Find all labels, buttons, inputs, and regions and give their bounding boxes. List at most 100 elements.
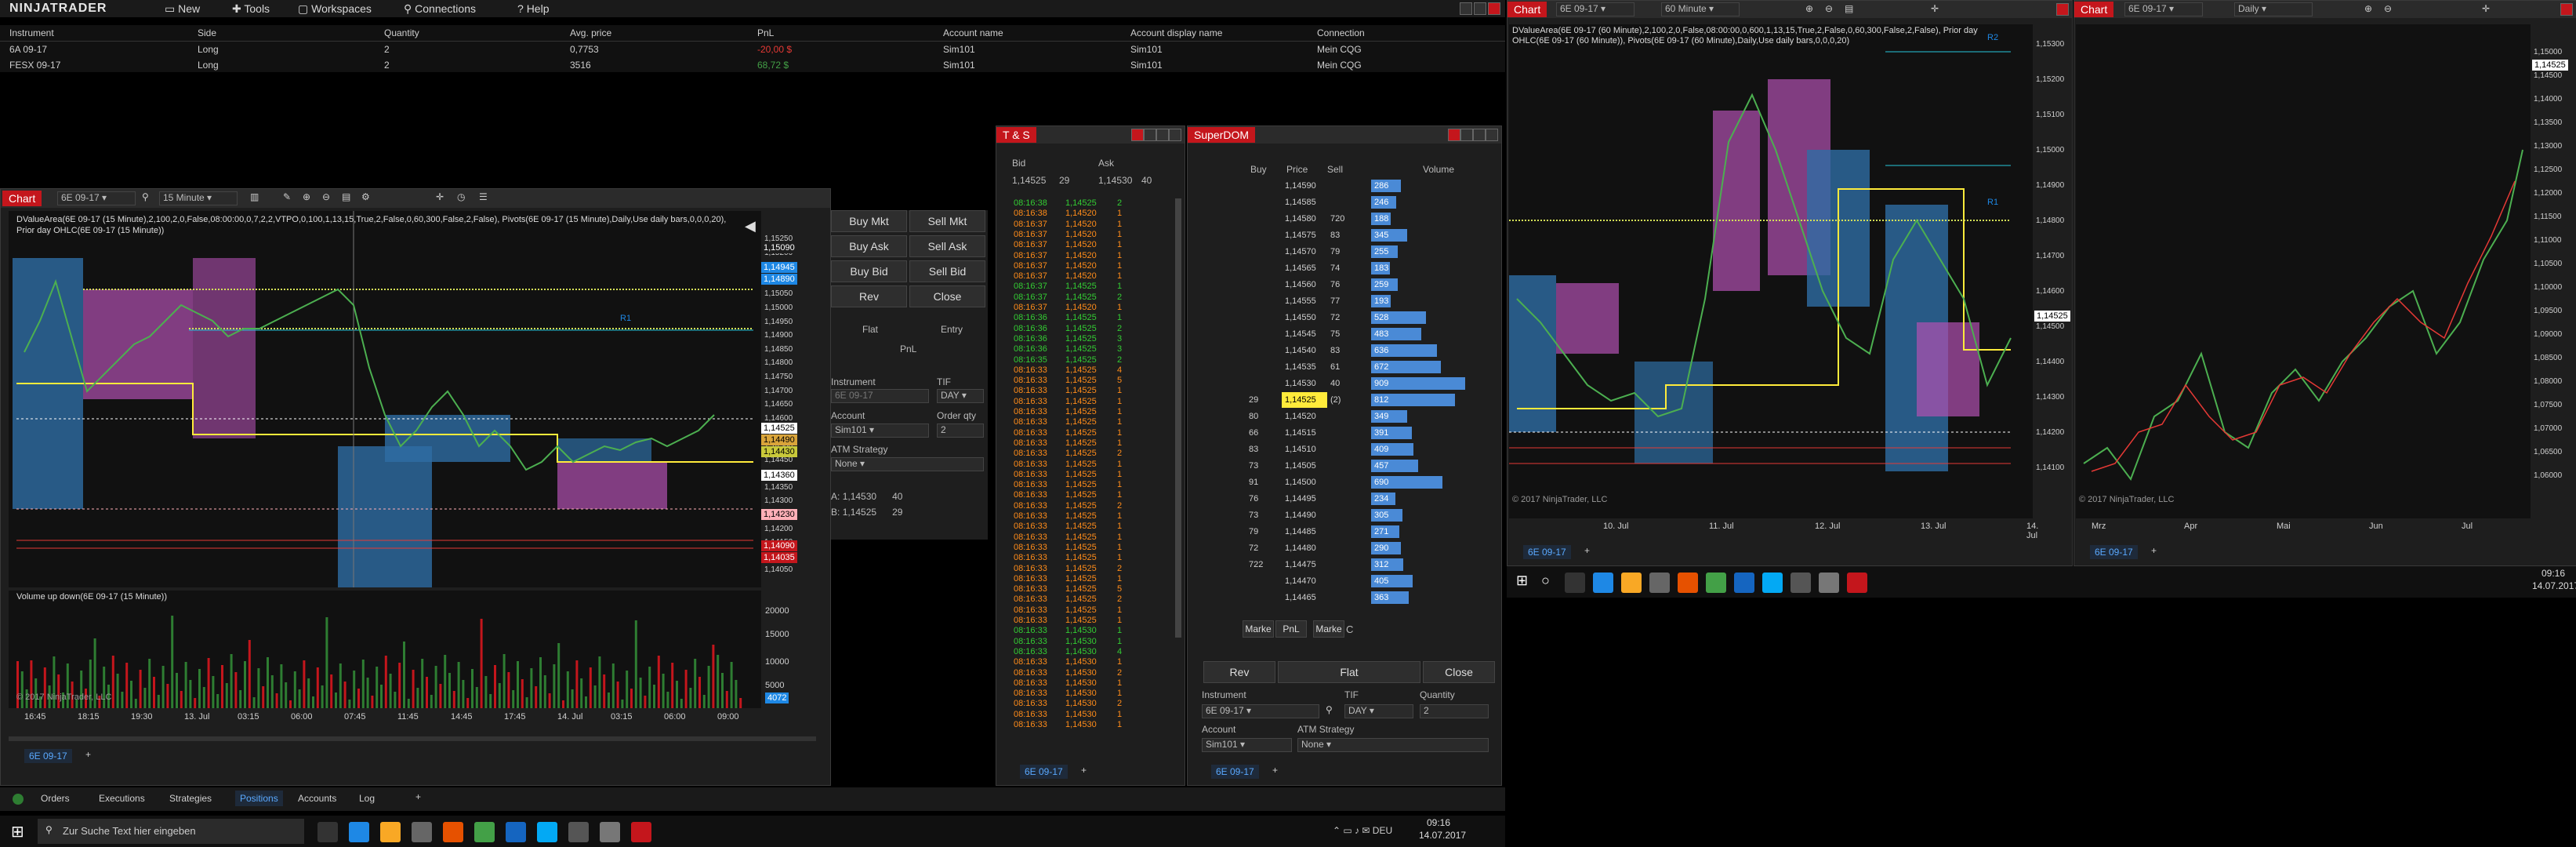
- dom-sell-cell[interactable]: 74: [1330, 260, 1354, 276]
- dom-atm-select[interactable]: None ▾: [1297, 738, 1489, 752]
- table-row[interactable]: 6A 09-17 Long 2 0,7753 -20,00 $ Sim101 S…: [0, 44, 1505, 60]
- menu-tools[interactable]: ✚ Tools: [232, 2, 270, 16]
- crosshair-icon[interactable]: ✛: [436, 191, 444, 202]
- add-tab-icon[interactable]: +: [1272, 765, 1278, 776]
- footer-tab[interactable]: 6E 09-17: [24, 749, 72, 763]
- instrument-selector[interactable]: 6E 09-17 ▾: [57, 191, 136, 205]
- store-icon[interactable]: [412, 822, 432, 842]
- dom-sell-cell[interactable]: 79: [1330, 244, 1354, 260]
- dom-sell-cell[interactable]: 83: [1330, 343, 1354, 358]
- dom-qty-stepper[interactable]: 2: [1420, 704, 1489, 718]
- chart-tab[interactable]: Chart: [1508, 2, 1547, 17]
- menu-connections[interactable]: ⚲ Connections: [404, 2, 476, 16]
- tab-positions[interactable]: Positions: [235, 791, 283, 806]
- col-pnl[interactable]: PnL: [757, 27, 774, 38]
- menu-new[interactable]: ▭ New: [165, 2, 200, 16]
- tab-log[interactable]: Log: [359, 793, 375, 804]
- explorer-icon[interactable]: [380, 822, 401, 842]
- ts-scrollbar[interactable]: [1175, 198, 1181, 638]
- zoom-in-icon[interactable]: ⊕: [303, 191, 310, 202]
- dom-buy-cell[interactable]: 79: [1249, 524, 1272, 540]
- instrument-selector[interactable]: 6E 09-17 ▾: [2124, 2, 2203, 16]
- explorer-icon[interactable]: [1621, 573, 1642, 593]
- crosshair-icon[interactable]: ✛: [2482, 3, 2490, 14]
- dom-sell-cell[interactable]: 77: [1330, 293, 1354, 309]
- dom-sell-cell[interactable]: 75: [1330, 326, 1354, 342]
- minimize-button[interactable]: [1144, 129, 1156, 141]
- dom-buy-cell[interactable]: 80: [1249, 409, 1272, 424]
- app-icon[interactable]: [600, 822, 620, 842]
- footer-tab[interactable]: 6E 09-17: [1020, 765, 1068, 779]
- skype-icon[interactable]: [537, 822, 557, 842]
- dom-sell-cell[interactable]: 76: [1330, 277, 1354, 293]
- dom-sell-cell[interactable]: 40: [1330, 376, 1354, 391]
- dom-sell-cell[interactable]: 83: [1330, 227, 1354, 243]
- dom-buy-cell[interactable]: 73: [1249, 458, 1272, 474]
- add-tab-icon[interactable]: +: [85, 749, 91, 760]
- col-instrument[interactable]: Instrument: [9, 27, 54, 38]
- dom-buy-cell[interactable]: 83: [1249, 442, 1272, 457]
- dom-row[interactable]: 722 1,14475 312: [1243, 557, 1501, 573]
- dom-sell-cell[interactable]: 61: [1330, 359, 1354, 375]
- draw-tool-icon[interactable]: ✎: [283, 191, 291, 202]
- col-side[interactable]: Side: [198, 27, 216, 38]
- dom-close-button[interactable]: Close: [1423, 661, 1495, 683]
- interval-selector[interactable]: Daily ▾: [2234, 2, 2313, 16]
- outlook-icon[interactable]: [506, 822, 526, 842]
- col-account-display-name[interactable]: Account display name: [1130, 27, 1222, 38]
- rev-button[interactable]: Rev: [831, 285, 907, 307]
- properties-icon[interactable]: ▤: [1845, 3, 1853, 14]
- market-buy-button[interactable]: Marke: [1243, 620, 1274, 638]
- col-account-name[interactable]: Account name: [943, 27, 1003, 38]
- atm-select[interactable]: None ▾: [831, 457, 984, 471]
- dom-row[interactable]: 83 1,14510 409: [1243, 442, 1501, 457]
- chart-tab[interactable]: Chart: [2074, 2, 2114, 17]
- search-icon[interactable]: ⚲: [142, 191, 149, 202]
- dom-buy-cell[interactable]: 76: [1249, 491, 1272, 507]
- buy-mkt-button[interactable]: Buy Mkt: [831, 210, 907, 232]
- dom-row[interactable]: 1,14555 77 193: [1243, 293, 1501, 309]
- ts-title[interactable]: T & S: [996, 127, 1036, 143]
- collapse-icon[interactable]: ◀: [745, 218, 756, 234]
- dom-tif-select[interactable]: DAY ▾: [1344, 704, 1413, 718]
- dom-row[interactable]: 1,14540 83 636: [1243, 343, 1501, 358]
- interval-selector[interactable]: 15 Minute ▾: [159, 191, 238, 205]
- windows-start-icon[interactable]: ⊞: [11, 822, 24, 842]
- system-tray-icons[interactable]: ⌃ ▭ ♪ ✉ DEU: [1333, 825, 1392, 836]
- calculator-icon[interactable]: [568, 822, 589, 842]
- dom-row[interactable]: 76 1,14495 234: [1243, 491, 1501, 507]
- dom-row[interactable]: 1,14550 72 528: [1243, 310, 1501, 325]
- zoom-out-icon[interactable]: ⊖: [2384, 3, 2392, 14]
- minimize-button[interactable]: [1460, 2, 1472, 15]
- buy-ask-button[interactable]: Buy Ask: [831, 235, 907, 257]
- task-view-icon[interactable]: [1565, 573, 1585, 593]
- superdom-title[interactable]: SuperDOM: [1188, 127, 1256, 143]
- menu-help[interactable]: ? Help: [517, 2, 549, 16]
- dom-row[interactable]: 29 1,14525 (2) 812: [1243, 392, 1501, 408]
- dom-buy-cell[interactable]: 66: [1249, 425, 1272, 441]
- footer-tab[interactable]: 6E 09-17: [2090, 545, 2138, 559]
- col-quantity[interactable]: Quantity: [384, 27, 419, 38]
- add-tab-icon[interactable]: +: [2151, 545, 2157, 556]
- dom-sell-cell[interactable]: (2): [1330, 392, 1354, 408]
- footer-tab[interactable]: 6E 09-17: [1211, 765, 1259, 779]
- maximize-button[interactable]: [1474, 2, 1486, 15]
- qty-stepper[interactable]: 2: [937, 424, 984, 438]
- dom-row[interactable]: 1,14585 246: [1243, 194, 1501, 210]
- window-red-button[interactable]: [1131, 129, 1144, 141]
- task-view-icon[interactable]: [317, 822, 338, 842]
- dom-buy-cell[interactable]: 29: [1249, 392, 1272, 408]
- dom-row[interactable]: 1,14580 720 188: [1243, 211, 1501, 227]
- sell-mkt-button[interactable]: Sell Mkt: [909, 210, 985, 232]
- outlook-icon[interactable]: [1734, 573, 1754, 593]
- dom-account-select[interactable]: Sim101 ▾: [1202, 738, 1292, 752]
- zoom-in-icon[interactable]: ⊕: [2364, 3, 2372, 14]
- dom-row[interactable]: 1,14465 363: [1243, 590, 1501, 605]
- cortana-icon[interactable]: ○: [1541, 573, 1550, 589]
- list-icon[interactable]: ☰: [479, 191, 488, 202]
- store-icon[interactable]: [1649, 573, 1670, 593]
- window-red-button[interactable]: [1448, 129, 1460, 141]
- app-icon[interactable]: [1819, 573, 1839, 593]
- dom-row[interactable]: 1,14575 83 345: [1243, 227, 1501, 243]
- dom-row[interactable]: 1,14470 405: [1243, 573, 1501, 589]
